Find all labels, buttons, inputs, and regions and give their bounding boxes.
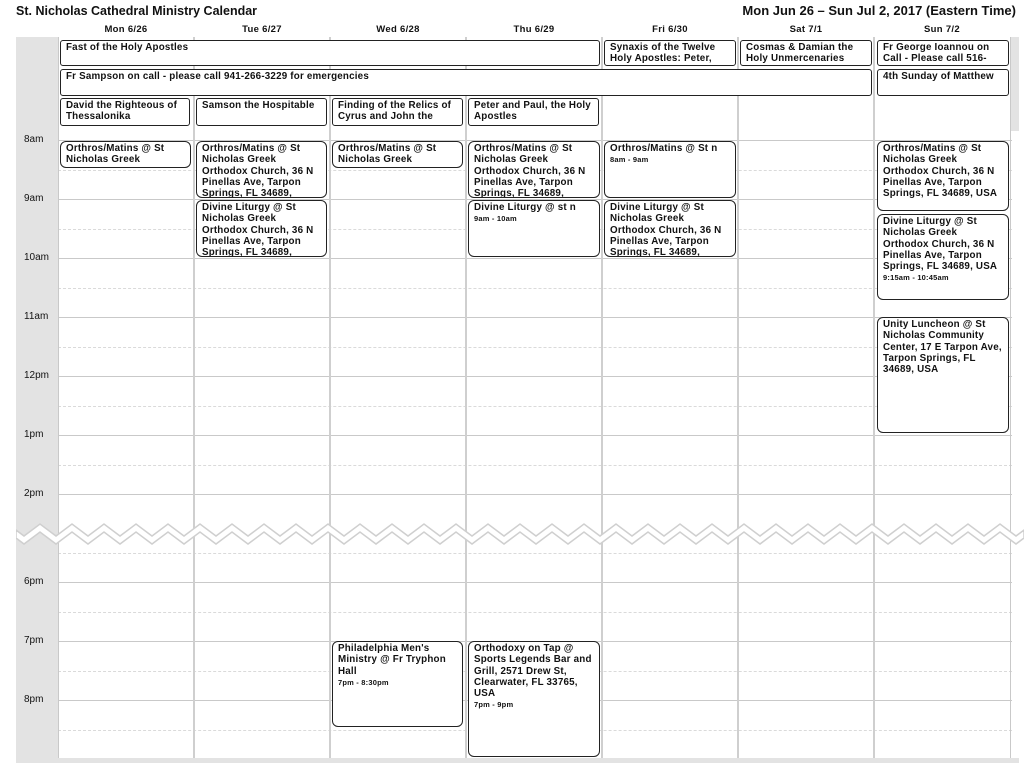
all-day-event[interactable]: Synaxis of the Twelve Holy Apostles: Pet… — [604, 40, 736, 66]
event-title: Divine Liturgy @ St Nicholas Greek Ortho… — [202, 202, 314, 257]
calendar-event[interactable]: Orthros/Matins @ St Nicholas Greek Ortho… — [877, 141, 1009, 211]
column-divider — [737, 37, 739, 758]
event-title: Divine Liturgy @ St Nicholas Greek Ortho… — [883, 216, 998, 273]
event-title: Orthros/Matins @ St Nicholas Greek Ortho… — [883, 143, 998, 200]
all-day-event[interactable]: David the Righteous of Thessalonika — [60, 98, 190, 126]
event-title: Orthros/Matins @ St Nicholas Greek Ortho… — [474, 143, 586, 198]
event-title: Divine Liturgy @ st n — [474, 202, 576, 213]
day-header-mon: Mon 6/26 — [104, 24, 148, 35]
event-title: Peter and Paul, the Holy Apostles — [474, 100, 591, 123]
day-header-tue: Tue 6/27 — [242, 24, 282, 35]
event-title: Samson the Hospitable — [202, 100, 315, 111]
event-title: Synaxis of the Twelve Holy Apostles: Pet… — [610, 42, 716, 65]
calendar-event[interactable]: Unity Luncheon @ St Nicholas Community C… — [877, 317, 1009, 433]
column-divider — [193, 37, 195, 758]
day-header-sun: Sun 7/2 — [924, 24, 960, 35]
half-hour-line — [58, 347, 1012, 349]
event-title: Fr Sampson on call - please call 941-266… — [66, 71, 369, 82]
half-hour-line — [58, 288, 1012, 290]
half-hour-line — [58, 553, 1012, 555]
hour-line — [58, 494, 1012, 495]
calendar-event[interactable]: Divine Liturgy @ St Nicholas Greek Ortho… — [196, 200, 327, 257]
event-title: Orthodoxy on Tap @ Sports Legends Bar an… — [474, 643, 592, 700]
time-label-11am: 11am — [24, 311, 49, 322]
time-label-2pm: 2pm — [24, 488, 44, 499]
event-title: Fast of the Holy Apostles — [66, 42, 189, 53]
calendar-title: St. Nicholas Cathedral Ministry Calendar — [16, 4, 258, 18]
event-time: 9:15am - 10:45am — [883, 273, 949, 283]
date-range: Mon Jun 26 – Sun Jul 2, 2017 (Eastern Ti… — [742, 3, 1016, 18]
event-title: 4th Sunday of Matthew — [883, 71, 994, 82]
calendar-event[interactable]: Orthros/Matins @ St Nicholas Greek — [332, 141, 463, 168]
time-label-8am: 8am — [24, 134, 44, 145]
time-label-6pm: 6pm — [24, 576, 44, 587]
calendar-event[interactable]: Orthodoxy on Tap @ Sports Legends Bar an… — [468, 641, 600, 757]
all-day-event[interactable]: Samson the Hospitable — [196, 98, 327, 126]
event-time: 7pm - 8:30pm — [338, 677, 389, 687]
event-title: Orthros/Matins @ St Nicholas Greek — [66, 143, 165, 166]
event-time: 8am - 9am — [610, 155, 649, 165]
event-title: Fr George Ioannou on Call - Please call … — [883, 42, 990, 65]
half-hour-line — [58, 465, 1012, 467]
column-divider — [465, 37, 467, 758]
event-title: Orthros/Matins @ St n — [610, 143, 718, 154]
day-header-fri: Fri 6/30 — [652, 24, 688, 35]
day-header-sat: Sat 7/1 — [789, 24, 823, 35]
day-header-thu: Thu 6/29 — [513, 24, 555, 35]
column-divider — [601, 37, 603, 758]
all-day-event[interactable]: Finding of the Relics of Cyrus and John … — [332, 98, 463, 126]
all-day-event[interactable]: Fr Sampson on call - please call 941-266… — [60, 69, 872, 96]
event-title: Orthros/Matins @ St Nicholas Greek Ortho… — [202, 143, 314, 198]
calendar-event[interactable]: Orthros/Matins @ St n 8am - 9am — [604, 141, 736, 198]
hour-line — [58, 582, 1012, 583]
all-day-event[interactable]: Fr George Ioannou on Call - Please call … — [877, 40, 1009, 66]
calendar-event[interactable]: Orthros/Matins @ St Nicholas Greek Ortho… — [468, 141, 600, 198]
time-gutter — [16, 131, 58, 761]
time-label-12pm: 12pm — [24, 370, 50, 381]
column-divider — [58, 37, 59, 758]
all-day-event[interactable]: Peter and Paul, the Holy Apostles — [468, 98, 599, 126]
hour-line — [58, 258, 1012, 259]
event-title: Finding of the Relics of Cyrus and John … — [338, 100, 452, 123]
event-title: Cosmas & Damian the Holy Unmercenaries — [746, 42, 854, 65]
hour-line — [58, 376, 1012, 377]
time-label-9am: 9am — [24, 193, 44, 204]
all-day-event[interactable]: Cosmas & Damian the Holy Unmercenaries — [740, 40, 872, 66]
event-title: Orthros/Matins @ St Nicholas Greek — [338, 143, 437, 166]
hour-line — [58, 317, 1012, 318]
calendar-event[interactable]: Divine Liturgy @ st n 9am - 10am — [468, 200, 600, 257]
event-title: David the Righteous of Thessalonika — [66, 100, 178, 123]
grid-bottom-bar — [16, 758, 1019, 763]
calendar-event[interactable]: Divine Liturgy @ St Nicholas Greek Ortho… — [877, 214, 1009, 300]
half-hour-line — [58, 612, 1012, 614]
calendar-event[interactable]: Orthros/Matins @ St Nicholas Greek Ortho… — [196, 141, 327, 198]
calendar-event[interactable]: Philadelphia Men's Ministry @ Fr Tryphon… — [332, 641, 463, 727]
calendar-event[interactable]: Orthros/Matins @ St Nicholas Greek — [60, 141, 191, 168]
time-label-10am: 10am — [24, 252, 50, 263]
column-divider — [873, 37, 875, 758]
event-title: Divine Liturgy @ St Nicholas Greek Ortho… — [610, 202, 722, 257]
hour-line — [58, 435, 1012, 436]
column-divider — [329, 37, 331, 758]
day-header-wed: Wed 6/28 — [376, 24, 420, 35]
time-skip-break — [16, 523, 1024, 545]
event-time: 7pm - 9pm — [474, 700, 514, 710]
calendar-event[interactable]: Divine Liturgy @ St Nicholas Greek Ortho… — [604, 200, 736, 257]
half-hour-line — [58, 406, 1012, 408]
time-label-8pm: 8pm — [24, 694, 44, 705]
all-day-event[interactable]: 4th Sunday of Matthew — [877, 69, 1009, 96]
time-label-1pm: 1pm — [24, 429, 44, 440]
column-divider — [1010, 37, 1011, 758]
all-day-event[interactable]: Fast of the Holy Apostles — [60, 40, 600, 66]
event-title: Philadelphia Men's Ministry @ Fr Tryphon… — [338, 643, 446, 677]
event-time: 9am - 10am — [474, 214, 517, 224]
time-label-7pm: 7pm — [24, 635, 44, 646]
event-title: Unity Luncheon @ St Nicholas Community C… — [883, 319, 1002, 376]
